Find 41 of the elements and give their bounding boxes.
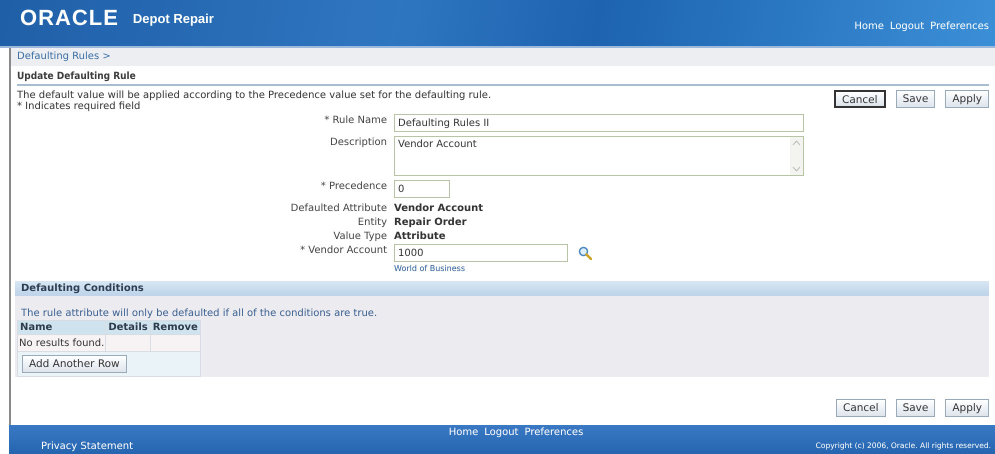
- action-button[interactable]: Apply: [945, 90, 989, 108]
- field-label: * Vendor Account: [299, 244, 387, 256]
- instruction-text: The default value will be applied according to the Precedence value set for the defaulting rule.: [17, 90, 492, 101]
- field-value: Repair Order: [394, 216, 468, 228]
- field-label: Description: [329, 136, 387, 148]
- account-hint: World of Business: [394, 263, 466, 273]
- text-field[interactable]: Defaulting Rules II: [394, 114, 804, 132]
- header-link[interactable]: Logout: [890, 21, 924, 32]
- field-label: * Rule Name: [323, 114, 387, 126]
- page-title: Update Defaulting Rule: [17, 68, 989, 86]
- header-link[interactable]: Home: [854, 21, 884, 32]
- field-value: Attribute: [394, 230, 446, 242]
- action-button[interactable]: Save: [896, 399, 936, 417]
- action-button[interactable]: Cancel: [836, 399, 886, 417]
- footer-link[interactable]: Logout: [484, 427, 518, 438]
- section-header: Defaulting Conditions: [15, 281, 989, 296]
- text-field[interactable]: 1000: [394, 244, 568, 262]
- field-label: Value Type: [332, 230, 387, 242]
- field-label: Entity: [356, 216, 387, 228]
- action-button[interactable]: Apply: [945, 399, 989, 417]
- footer-link[interactable]: Preferences: [524, 427, 584, 438]
- action-button[interactable]: Save: [896, 90, 936, 108]
- action-button[interactable]: Cancel: [834, 90, 886, 108]
- logo: ORACLE: [20, 5, 119, 31]
- field-label: * Precedence: [320, 180, 387, 192]
- field-label: Defaulted Attribute: [290, 202, 387, 214]
- column-header: Name: [18, 320, 106, 334]
- table-cell: No results found.: [18, 334, 106, 352]
- breadcrumb-link[interactable]: Defaulting Rules >: [17, 51, 111, 62]
- column-header: Remove: [150, 320, 200, 334]
- app-title: Depot Repair: [132, 10, 214, 26]
- search-icon[interactable]: [578, 246, 592, 260]
- column-header: Details: [106, 320, 150, 334]
- add-row-button[interactable]: Add Another Row: [22, 355, 127, 373]
- required-note: * Indicates required field: [17, 101, 142, 112]
- footer-link[interactable]: Home: [448, 427, 478, 438]
- text-field[interactable]: 0: [394, 180, 450, 198]
- field-value: Vendor Account: [394, 202, 484, 214]
- privacy-link[interactable]: Privacy Statement: [41, 441, 449, 454]
- header-link[interactable]: Preferences: [930, 21, 989, 32]
- conditions-note: The rule attribute will only be defaulted if all of the conditions are true.: [20, 307, 378, 320]
